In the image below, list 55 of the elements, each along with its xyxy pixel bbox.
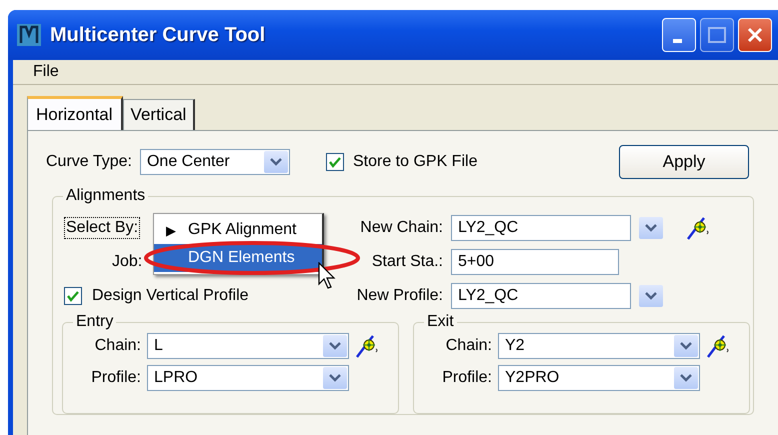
field-label: Chain: <box>444 337 492 355</box>
close-icon <box>746 26 764 44</box>
dropdown-button[interactable] <box>639 217 663 239</box>
chain-combo[interactable]: Y2 <box>498 333 700 359</box>
dropdown-button[interactable] <box>323 335 347 357</box>
field-label: Job: <box>112 253 142 271</box>
tab[interactable]: Horizontal <box>27 96 123 130</box>
group-title: Alignments <box>65 187 146 205</box>
window-title: Multicenter Curve Tool <box>50 24 266 46</box>
chevron-down-icon <box>680 342 692 350</box>
field-label: New Chain: <box>359 219 443 237</box>
group-title: Exit <box>426 313 455 331</box>
field-label: Profile: <box>90 369 141 387</box>
new-chain-field[interactable]: LY2_QC <box>451 215 631 241</box>
checkbox-label: Design Vertical Profile <box>92 287 249 305</box>
apply-button[interactable]: Apply <box>619 145 749 179</box>
checkmark-icon <box>67 290 79 302</box>
dropdown-button[interactable] <box>323 367 347 389</box>
curve-type-combo[interactable]: One Center <box>140 149 290 175</box>
field-label: Chain: <box>94 337 141 355</box>
menu-marker: ▶ <box>166 222 176 238</box>
dropdown-button[interactable] <box>674 335 698 357</box>
maximize-icon <box>708 27 726 43</box>
chevron-down-icon <box>645 292 657 300</box>
field-label: New Profile: <box>356 287 443 305</box>
field-label: Curve Type: <box>46 153 132 171</box>
chevron-down-icon <box>329 374 341 382</box>
start-station-field[interactable]: 5+00 <box>451 249 619 275</box>
app-icon <box>16 23 42 47</box>
profile-combo[interactable]: Y2PRO <box>498 365 700 391</box>
field-label: Select By: <box>64 217 140 239</box>
maximize-button[interactable] <box>700 18 734 52</box>
checkbox-label: Store to GPK File <box>352 153 478 171</box>
field-label: Start Sta.: <box>370 253 443 271</box>
profile-combo[interactable]: LPRO <box>147 365 349 391</box>
chevron-down-icon <box>680 374 692 382</box>
chevron-down-icon <box>329 342 341 350</box>
chevron-down-icon <box>270 158 282 166</box>
close-button[interactable] <box>738 18 772 52</box>
group-title: Entry <box>75 313 114 331</box>
checkbox[interactable] <box>326 153 344 171</box>
chain-combo[interactable]: L <box>147 333 349 359</box>
chevron-down-icon <box>645 224 657 232</box>
field-label: Profile: <box>441 369 492 387</box>
new-profile-field[interactable]: LY2_QC <box>451 283 631 309</box>
tab[interactable]: Vertical <box>122 99 196 130</box>
menu-item[interactable]: File <box>33 63 59 81</box>
dropdown-button[interactable] <box>264 151 288 173</box>
menu-item[interactable]: ▶ GPK Alignment <box>154 216 322 244</box>
minimize-button[interactable] <box>662 18 696 52</box>
checkmark-icon <box>328 156 341 168</box>
dropdown-button[interactable] <box>639 285 663 307</box>
dropdown-button[interactable] <box>674 367 698 389</box>
minimize-icon <box>672 39 682 43</box>
checkbox[interactable] <box>64 287 82 305</box>
